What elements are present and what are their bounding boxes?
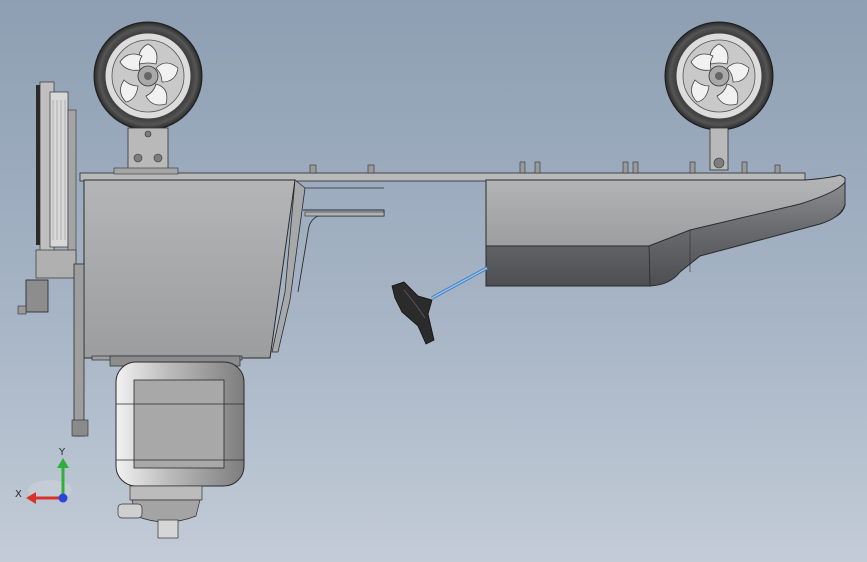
- cad-3d-viewport[interactable]: Y X: [0, 0, 867, 562]
- left-wheel[interactable]: [93, 21, 203, 175]
- duct-housing[interactable]: [485, 174, 846, 287]
- main-housing[interactable]: [83, 179, 385, 361]
- model-canvas[interactable]: Y X: [0, 0, 867, 562]
- plate-bolts: [309, 161, 781, 174]
- vertical-rail-assembly[interactable]: [17, 81, 89, 437]
- top-plate[interactable]: [79, 161, 806, 182]
- y-axis-label: Y: [58, 447, 66, 458]
- bottom-motor[interactable]: [109, 355, 245, 539]
- z-axis-dot: [58, 493, 68, 503]
- control-rod[interactable]: [391, 266, 488, 345]
- right-wheel[interactable]: [664, 21, 774, 171]
- x-axis-label: X: [15, 489, 22, 500]
- coordinate-triad: Y X: [15, 447, 72, 504]
